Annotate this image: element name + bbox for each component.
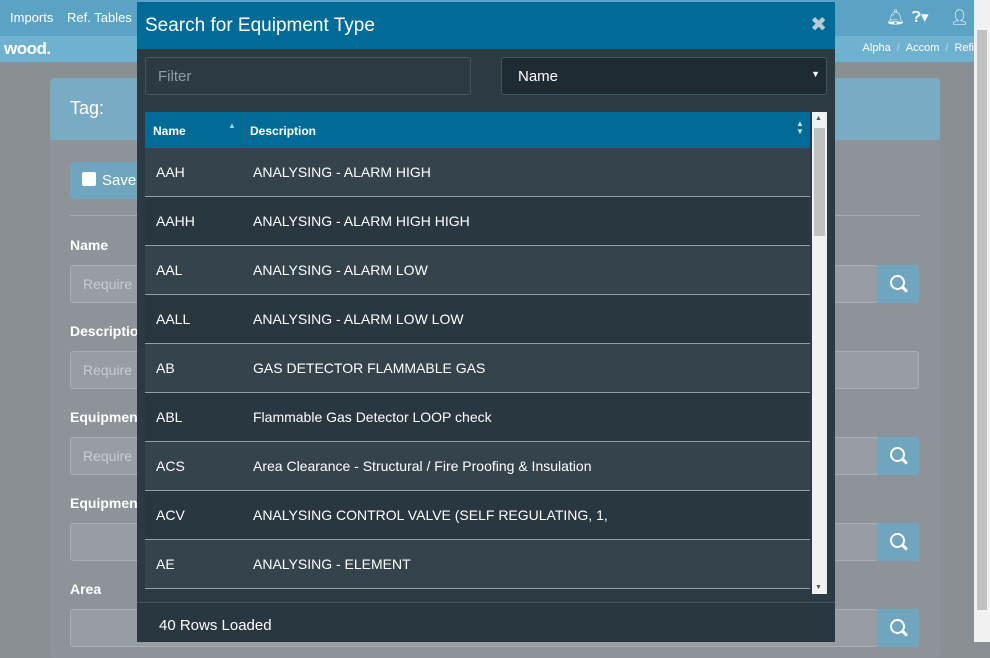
row-description: ANALYSING - ELEMENT (253, 556, 411, 572)
close-icon[interactable]: ✖ (810, 12, 827, 37)
table-row[interactable]: AAL ANALYSING - ALARM LOW (145, 246, 810, 295)
row-name: ACV (156, 507, 185, 523)
table-row[interactable]: AE ANALYSING - ELEMENT (145, 540, 810, 589)
user-icon[interactable]: 👤︎ (950, 8, 969, 26)
nav-ref-tables[interactable]: Ref. Tables (67, 10, 132, 25)
field-label-area: Area (70, 581, 102, 597)
row-name: AALL (156, 311, 191, 327)
row-description: ANALYSING - ALARM LOW LOW (253, 311, 464, 327)
table-row[interactable]: AAH ANALYSING - ALARM HIGH (145, 148, 810, 197)
rows-loaded-status: 40 Rows Loaded (159, 617, 272, 634)
column-header-name[interactable]: Name (153, 124, 186, 138)
sort-ascending-icon[interactable]: ▲ (228, 121, 236, 130)
page-scrollbar-thumb[interactable] (977, 30, 987, 610)
crumb-refi[interactable]: Refi (954, 42, 974, 54)
scroll-up-icon[interactable]: ▲ (815, 115, 822, 122)
modal-header: Search for Equipment Type ✖ (137, 2, 835, 49)
help-icon[interactable]: ❓︎▾ (912, 8, 929, 26)
tag-label: Tag: (70, 98, 105, 118)
row-description: Area Clearance - Structural / Fire Proof… (253, 458, 592, 474)
field-label-equipment: Equipmen (70, 409, 138, 425)
chevron-down-icon: ▼ (811, 69, 820, 79)
scroll-down-icon[interactable]: ▼ (815, 584, 822, 591)
table-row[interactable]: ACV ANALYSING CONTROL VALVE (SELF REGULA… (145, 491, 810, 540)
crumb-accom[interactable]: Accom (906, 42, 940, 54)
crumb-alpha[interactable]: Alpha (863, 42, 891, 54)
bell-icon[interactable]: 🔔︎ (886, 8, 905, 26)
area-search-button[interactable] (877, 609, 919, 647)
field-label-name: Name (70, 237, 109, 253)
row-name: AE (156, 556, 175, 572)
row-description: Flammable Gas Detector LOOP check (253, 409, 492, 425)
sort-icon[interactable]: ▲ ▼ (796, 120, 804, 136)
table-row[interactable]: ABL Flammable Gas Detector LOOP check (145, 393, 810, 442)
equipment-type-grid: Name ▲ Description ▲ ▼ AAH ANALYSING - AL… (145, 112, 827, 594)
table-row[interactable]: ACS Area Clearance - Structural / Fire P… (145, 442, 810, 491)
row-description: ANALYSING - ALARM LOW (253, 262, 428, 278)
modal-footer: 40 Rows Loaded (137, 602, 835, 642)
row-description: ANALYSING - ALARM HIGH HIGH (253, 213, 470, 229)
modal-title: Search for Equipment Type (145, 15, 375, 36)
filter-placeholder: Filter (158, 68, 192, 85)
grid-scrollbar[interactable]: ▲ ▼ (812, 112, 827, 594)
breadcrumb: Alpha / Accom / Refi (862, 42, 974, 54)
equipment-type-search-modal: Search for Equipment Type ✖ Filter Name … (137, 2, 835, 642)
table-row[interactable]: AALL ANALYSING - ALARM LOW LOW (145, 295, 810, 344)
page-scrollbar[interactable] (974, 0, 990, 642)
grid-header: Name ▲ Description ▲ ▼ (145, 112, 810, 148)
search-icon (890, 275, 905, 290)
column-header-description[interactable]: Description (250, 124, 316, 138)
name-search-button[interactable] (877, 265, 919, 303)
grid-scrollbar-thumb[interactable] (814, 128, 825, 236)
row-description: ANALYSING - ALARM HIGH (253, 164, 431, 180)
row-name: ACS (156, 458, 185, 474)
equipment-type-search-button[interactable] (877, 523, 919, 561)
save-button-label: Save (102, 172, 137, 189)
nav-imports[interactable]: Imports (10, 10, 53, 25)
table-row[interactable]: AB GAS DETECTOR FLAMMABLE GAS (145, 344, 810, 393)
row-description: GAS DETECTOR FLAMMABLE GAS (253, 360, 486, 376)
wood-logo: wood. (4, 39, 51, 58)
row-name: AAL (156, 262, 183, 278)
floppy-disk-icon (82, 172, 96, 186)
field-label-description: Descriptio (70, 323, 139, 339)
row-name: AAHH (156, 213, 195, 229)
row-name: AB (156, 360, 175, 376)
field-label-equipment-type: Equipmen (70, 495, 138, 511)
row-name: AAH (156, 164, 185, 180)
row-description: ANALYSING CONTROL VALVE (SELF REGULATING… (253, 507, 608, 523)
equipment-search-button[interactable] (877, 437, 919, 475)
search-icon (890, 447, 905, 462)
search-icon (890, 533, 905, 548)
filter-field-select[interactable]: Name ▼ (501, 57, 827, 95)
filter-field-value: Name (518, 68, 559, 85)
row-name: ABL (156, 409, 183, 425)
filter-input[interactable]: Filter (145, 57, 471, 95)
search-icon (890, 619, 905, 634)
column-divider[interactable] (241, 112, 242, 148)
table-row[interactable]: AAHH ANALYSING - ALARM HIGH HIGH (145, 197, 810, 246)
